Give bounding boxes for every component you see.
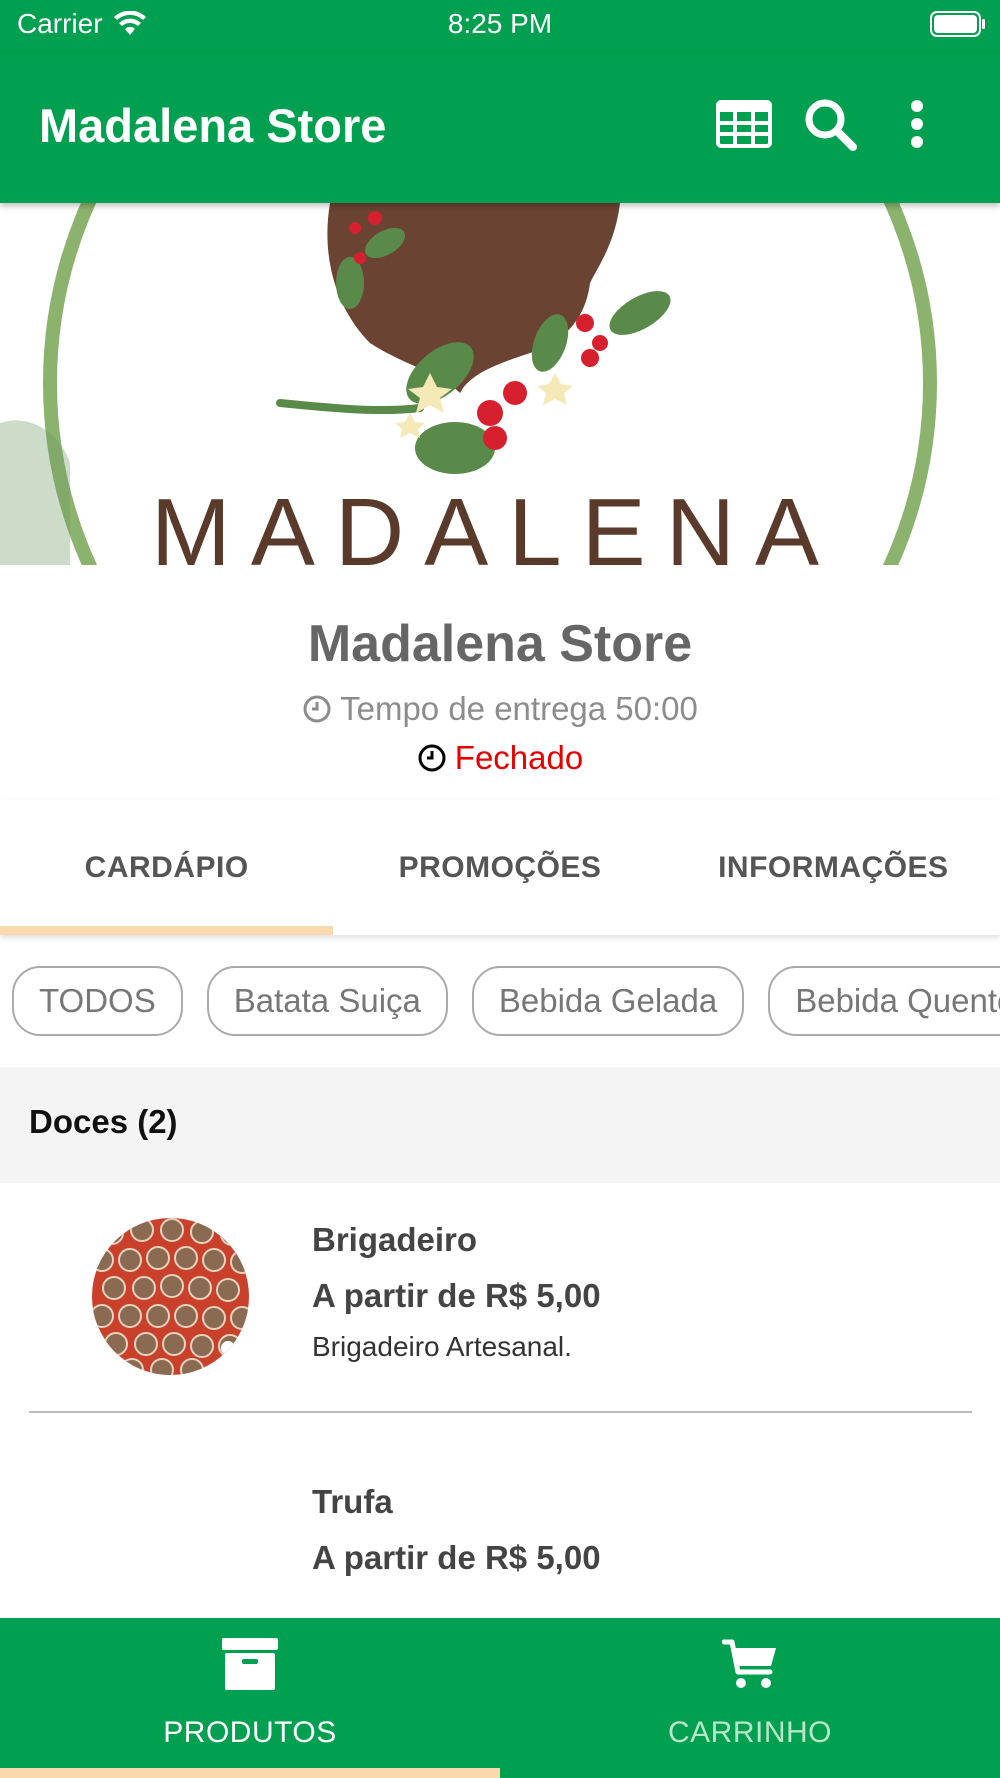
bottom-navigation: PRODUTOS CARRINHO: [0, 1618, 1000, 1778]
app-title: Madalena Store: [39, 99, 387, 152]
store-status: Fechado: [0, 739, 1000, 777]
tab-label: PROMOÇÕES: [398, 850, 602, 884]
chip-batata-suica[interactable]: Batata Suiça: [206, 966, 448, 1036]
search-icon: [805, 99, 857, 151]
banner-logo-text: MADALENA: [151, 479, 839, 565]
tab-informacoes[interactable]: INFORMAÇÕES: [667, 800, 1000, 935]
cart-icon: [722, 1639, 776, 1688]
product-item[interactable]: Trufa A partir de R$ 5,00: [0, 1413, 1000, 1618]
store-banner: MADALENA: [0, 203, 1000, 565]
status-time: 8:25 PM: [447, 8, 553, 39]
category-chips: TODOS Batata Suiça Bebida Gelada Bebida …: [12, 966, 1000, 1036]
tab-label: CARDÁPIO: [84, 850, 249, 884]
nav-carrinho[interactable]: CARRINHO: [500, 1618, 1000, 1778]
status-bar: Carrier 8:25 PM: [0, 0, 1000, 52]
tab-promocoes[interactable]: PROMOÇÕES: [333, 800, 666, 935]
product-price: A partir de R$ 5,00: [312, 1539, 601, 1576]
more-options-button[interactable]: [885, 92, 949, 156]
madalena-logo: MADALENA: [0, 203, 937, 565]
tab-cardapio[interactable]: CARDÁPIO: [0, 800, 334, 935]
store-status-label: Fechado: [454, 739, 584, 776]
chip-todos[interactable]: TODOS: [12, 966, 183, 1036]
product-item[interactable]: Brigadeiro A partir de R$ 5,00 Brigadeir…: [0, 1183, 1000, 1413]
table-grid-button[interactable]: [712, 92, 776, 156]
search-button[interactable]: [798, 92, 862, 156]
brigadeiro-photo: [92, 1218, 249, 1375]
more-vertical-icon: [911, 100, 923, 148]
product-image: [92, 1218, 249, 1375]
clock-icon: [418, 744, 446, 772]
delivery-time-label: Tempo de entrega 50:00: [340, 690, 698, 727]
app-bar: Madalena Store: [0, 52, 1000, 203]
tab-label: INFORMAÇÕES: [718, 850, 949, 884]
delivery-time: Tempo de entrega 50:00: [0, 690, 1000, 728]
product-name: Trufa: [312, 1483, 393, 1520]
chip-bebida-quente[interactable]: Bebida Quente: [768, 966, 1000, 1036]
archive-box-icon: [222, 1638, 278, 1690]
store-name: Madalena Store: [307, 615, 693, 673]
chip-bebida-gelada[interactable]: Bebida Gelada: [471, 966, 745, 1036]
product-description: Brigadeiro Artesanal.: [312, 1331, 572, 1362]
product-price: A partir de R$ 5,00: [312, 1277, 601, 1314]
menu-tabs: CARDÁPIO PROMOÇÕES INFORMAÇÕES: [0, 800, 1000, 935]
clock-icon: [303, 695, 331, 723]
nav-produtos[interactable]: PRODUTOS: [0, 1618, 500, 1778]
product-name: Brigadeiro: [312, 1221, 478, 1258]
battery-icon: [930, 11, 985, 37]
section-title: Doces (2): [29, 1103, 178, 1140]
section-header: Doces (2): [0, 1067, 1000, 1183]
nav-label: PRODUTOS: [163, 1716, 337, 1749]
table-grid-icon: [716, 100, 772, 148]
nav-label: CARRINHO: [667, 1716, 832, 1749]
